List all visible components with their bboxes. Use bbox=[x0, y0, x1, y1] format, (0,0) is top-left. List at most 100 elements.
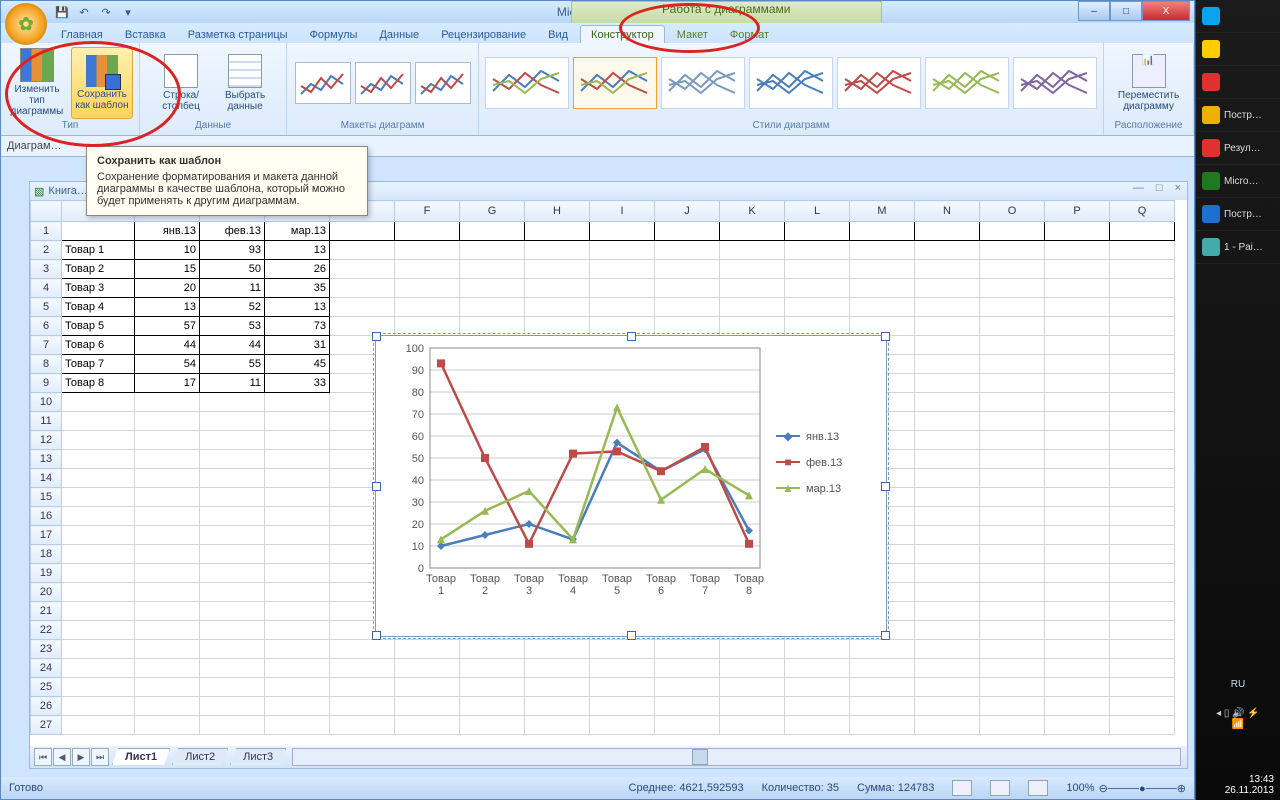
os-taskbar: Постр…Резул…Micro…Постр…1 - Pai… RU ◂ ▯ … bbox=[1196, 0, 1280, 800]
window-restore-button[interactable]: □ bbox=[1110, 1, 1142, 21]
view-layout-button[interactable] bbox=[990, 780, 1010, 796]
tooltip-body: Сохранение форматирования и макета данно… bbox=[97, 171, 345, 207]
horizontal-scrollbar[interactable] bbox=[292, 748, 1181, 766]
svg-text:70: 70 bbox=[412, 409, 424, 421]
chart-style-option[interactable] bbox=[925, 57, 1009, 109]
language-indicator[interactable]: RU bbox=[1196, 679, 1280, 690]
taskbar-item[interactable] bbox=[1196, 0, 1280, 33]
office-button[interactable]: ✿ bbox=[5, 3, 47, 45]
svg-text:фев.13: фев.13 bbox=[806, 457, 842, 469]
workbook-minimize[interactable]: — bbox=[1133, 182, 1144, 194]
svg-text:10: 10 bbox=[412, 541, 424, 553]
taskbar-item[interactable]: Micro… bbox=[1196, 165, 1280, 198]
svg-text:Товар: Товар bbox=[426, 573, 456, 585]
svg-text:7: 7 bbox=[702, 585, 708, 597]
svg-text:▲: ▲ bbox=[782, 481, 794, 495]
svg-text:Товар: Товар bbox=[734, 573, 764, 585]
sheet-tab[interactable]: Лист3 bbox=[230, 748, 286, 765]
chart-tools-caption: Работа с диаграммами bbox=[571, 1, 882, 24]
svg-text:Товар: Товар bbox=[470, 573, 500, 585]
qat-save-icon[interactable]: 💾 bbox=[53, 3, 71, 21]
ribbon-tab[interactable]: Вставка bbox=[115, 26, 176, 43]
svg-text:6: 6 bbox=[658, 585, 664, 597]
chart-style-option[interactable] bbox=[661, 57, 745, 109]
chart-style-option[interactable] bbox=[837, 57, 921, 109]
taskbar-item[interactable]: Постр… bbox=[1196, 198, 1280, 231]
ribbon-tabs: ГлавнаяВставкаРазметка страницыФормулыДа… bbox=[1, 23, 1194, 43]
svg-text:20: 20 bbox=[412, 519, 424, 531]
taskbar-item[interactable]: 1 - Pai… bbox=[1196, 231, 1280, 264]
ribbon-tab[interactable]: Разметка страницы bbox=[178, 26, 298, 43]
chart-style-gallery[interactable] bbox=[485, 45, 1097, 120]
taskbar-item[interactable] bbox=[1196, 66, 1280, 99]
svg-text:0: 0 bbox=[418, 563, 424, 575]
ribbon-tab-context[interactable]: Формат bbox=[720, 26, 779, 43]
ribbon-tab-context[interactable]: Макет bbox=[667, 26, 718, 43]
status-average: Среднее: 4621,592593 bbox=[629, 782, 744, 794]
window-minimize-button[interactable]: – bbox=[1078, 1, 1110, 21]
chart-style-option[interactable] bbox=[1013, 57, 1097, 109]
svg-text:5: 5 bbox=[614, 585, 620, 597]
svg-text:90: 90 bbox=[412, 365, 424, 377]
sheet-nav-next[interactable]: ▶ bbox=[72, 748, 90, 766]
embedded-chart[interactable]: 0102030405060708090100Товар1Товар2Товар3… bbox=[375, 335, 887, 637]
chart-style-option[interactable] bbox=[485, 57, 569, 109]
sheet-tab[interactable]: Лист2 bbox=[172, 748, 228, 765]
qat-dropdown-icon[interactable]: ▾ bbox=[119, 3, 137, 21]
svg-text:мар.13: мар.13 bbox=[806, 483, 841, 495]
ribbon-tab[interactable]: Рецензирование bbox=[431, 26, 536, 43]
chart-style-option[interactable] bbox=[749, 57, 833, 109]
sheet-nav-first[interactable]: ⏮ bbox=[34, 748, 52, 766]
save-as-template-button[interactable]: Сохранить как шаблон bbox=[71, 47, 133, 119]
svg-text:50: 50 bbox=[412, 453, 424, 465]
ribbon-tab[interactable]: Главная bbox=[51, 26, 113, 43]
chart-layout-gallery[interactable] bbox=[295, 45, 471, 120]
taskbar-item[interactable] bbox=[1196, 33, 1280, 66]
taskbar-item[interactable]: Постр… bbox=[1196, 99, 1280, 132]
view-normal-button[interactable] bbox=[952, 780, 972, 796]
window-close-button[interactable]: X bbox=[1142, 1, 1190, 21]
svg-text:30: 30 bbox=[412, 497, 424, 509]
chart-layout-option[interactable] bbox=[415, 62, 471, 104]
ribbon-tab[interactable]: Вид bbox=[538, 26, 578, 43]
svg-text:Товар: Товар bbox=[514, 573, 544, 585]
svg-text:1: 1 bbox=[438, 585, 444, 597]
chart-style-option[interactable] bbox=[573, 57, 657, 109]
qat-undo-icon[interactable]: ↶ bbox=[75, 3, 93, 21]
tray-icons[interactable]: ◂ ▯ 🔊 ⚡📶 bbox=[1196, 708, 1280, 730]
select-data-button[interactable]: Выбрать данные bbox=[215, 48, 275, 118]
clock-date: 26.11.2013 bbox=[1225, 785, 1274, 796]
clock-time[interactable]: 13:43 bbox=[1225, 774, 1274, 785]
ribbon-tab-context[interactable]: Конструктор bbox=[580, 25, 665, 43]
svg-text:80: 80 bbox=[412, 387, 424, 399]
svg-text:3: 3 bbox=[526, 585, 532, 597]
svg-text:янв.13: янв.13 bbox=[806, 431, 839, 443]
view-break-button[interactable] bbox=[1028, 780, 1048, 796]
svg-text:◆: ◆ bbox=[783, 429, 793, 443]
taskbar-item[interactable]: Резул… bbox=[1196, 132, 1280, 165]
sheet-tab[interactable]: Лист1 bbox=[112, 748, 170, 765]
zoom-control[interactable]: 100% ⊖────●────⊕ bbox=[1066, 782, 1186, 795]
ribbon-tab[interactable]: Формулы bbox=[300, 26, 368, 43]
switch-row-column-button[interactable]: Строка/столбец bbox=[151, 48, 211, 118]
group-label-location: Расположение bbox=[1110, 120, 1187, 133]
svg-text:2: 2 bbox=[482, 585, 488, 597]
sheet-nav-last[interactable]: ⏭ bbox=[91, 748, 109, 766]
change-chart-type-button[interactable]: Изменить тип диаграммы bbox=[7, 48, 67, 118]
chart-layout-option[interactable] bbox=[295, 62, 351, 104]
status-sum: Сумма: 124783 bbox=[857, 782, 934, 794]
workbook-restore[interactable]: □ bbox=[1156, 182, 1163, 194]
svg-text:Товар: Товар bbox=[690, 573, 720, 585]
workbook-close[interactable]: × bbox=[1175, 182, 1181, 194]
group-label-type: Тип bbox=[7, 120, 133, 133]
move-chart-button[interactable]: 📊 Переместить диаграмму bbox=[1119, 48, 1179, 118]
qat-redo-icon[interactable]: ↷ bbox=[97, 3, 115, 21]
tooltip-title: Сохранить как шаблон bbox=[97, 155, 357, 167]
ribbon-tab[interactable]: Данные bbox=[369, 26, 429, 43]
sheet-nav-prev[interactable]: ◀ bbox=[53, 748, 71, 766]
status-ready: Готово bbox=[9, 782, 43, 794]
chart-layout-option[interactable] bbox=[355, 62, 411, 104]
group-label-styles: Стили диаграмм bbox=[485, 120, 1097, 133]
name-box[interactable]: Диаграм… bbox=[7, 140, 62, 152]
svg-text:60: 60 bbox=[412, 431, 424, 443]
